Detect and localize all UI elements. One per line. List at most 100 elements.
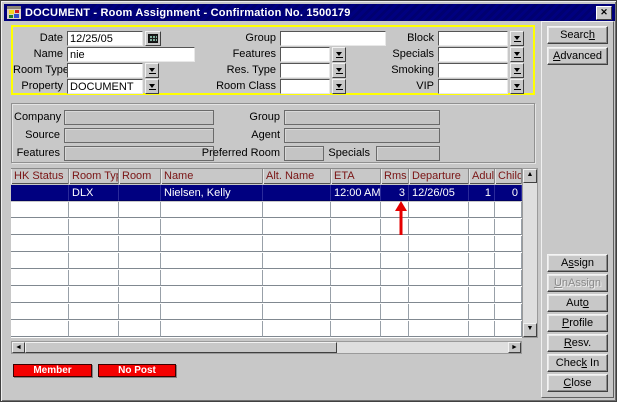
scroll-right-icon[interactable]: ►	[508, 342, 521, 353]
table-row[interactable]	[11, 304, 522, 321]
list-of-values-icon	[514, 36, 520, 40]
scroll-down-icon[interactable]: ▼	[523, 323, 537, 337]
cell-rms	[381, 304, 409, 320]
date-label: Date	[13, 31, 63, 46]
room-class-lov-button[interactable]	[332, 79, 346, 94]
cell-name	[161, 202, 263, 218]
features-info-field	[64, 146, 214, 161]
side-panel-top: Search Advanced	[547, 26, 608, 65]
table-row[interactable]	[11, 236, 522, 253]
cell-adult	[469, 287, 495, 303]
advanced-button[interactable]: Advanced	[547, 47, 608, 65]
column-header-alt_name[interactable]: Alt. Name	[263, 169, 331, 184]
table-row[interactable]	[11, 321, 522, 338]
block-input[interactable]	[438, 31, 508, 46]
cell-rms: 3	[381, 185, 409, 201]
cell-adult	[469, 304, 495, 320]
property-lov-button[interactable]	[145, 79, 159, 94]
calendar-button[interactable]	[145, 31, 161, 46]
smoking-lov-button[interactable]	[510, 63, 524, 78]
agent-field	[284, 128, 440, 143]
date-input[interactable]	[67, 31, 143, 46]
table-row[interactable]	[11, 287, 522, 304]
res-type-input[interactable]	[280, 63, 330, 78]
vip-input[interactable]	[438, 79, 508, 94]
close-window-button[interactable]: ✕	[596, 6, 612, 20]
list-of-values-icon-bar	[336, 89, 343, 90]
scroll-left-icon[interactable]: ◄	[12, 342, 25, 353]
cell-adult	[469, 321, 495, 337]
cell-rms	[381, 287, 409, 303]
list-of-values-icon-bar	[514, 73, 521, 74]
column-header-departure[interactable]: Departure	[409, 169, 469, 184]
room-type-label: Room Type	[13, 63, 63, 78]
features-lov-button[interactable]	[332, 47, 346, 62]
unassign-button[interactable]: UnAssign	[547, 274, 608, 292]
vip-lov-button[interactable]	[510, 79, 524, 94]
cell-room	[119, 304, 161, 320]
table-row[interactable]	[11, 253, 522, 270]
cell-room_type	[69, 321, 119, 337]
cell-room_type	[69, 236, 119, 252]
cell-rms	[381, 270, 409, 286]
cell-departure	[409, 270, 469, 286]
column-header-child[interactable]: Child	[495, 169, 522, 184]
cell-rms	[381, 236, 409, 252]
name-label: Name	[13, 47, 63, 62]
column-header-name[interactable]: Name	[161, 169, 263, 184]
red-annotation-arrow-icon	[394, 201, 408, 237]
cell-eta	[331, 270, 381, 286]
profile-button[interactable]: Profile	[547, 314, 608, 332]
cell-departure	[409, 219, 469, 235]
cell-child	[495, 270, 522, 286]
column-header-room[interactable]: Room	[119, 169, 161, 184]
cell-adult	[469, 236, 495, 252]
block-lov-button[interactable]	[510, 31, 524, 46]
calendar-icon	[148, 34, 158, 43]
table-row[interactable]	[11, 219, 522, 236]
property-input[interactable]	[67, 79, 143, 94]
assign-button[interactable]: Assign	[547, 254, 608, 272]
list-of-values-icon	[514, 84, 520, 88]
cell-child	[495, 287, 522, 303]
list-of-values-icon	[336, 52, 342, 56]
list-of-values-icon	[514, 52, 520, 56]
room-type-input[interactable]	[67, 63, 143, 78]
resv-button[interactable]: Resv.	[547, 334, 608, 352]
name-input[interactable]	[67, 47, 195, 62]
room-class-input[interactable]	[280, 79, 330, 94]
auto-button[interactable]: Auto	[547, 294, 608, 312]
horizontal-scrollbar-thumb[interactable]	[25, 342, 337, 353]
res-type-lov-button[interactable]	[332, 63, 346, 78]
column-header-room_type[interactable]: Room Type	[69, 169, 119, 184]
table-horizontal-scrollbar[interactable]: ◄ ►	[11, 341, 522, 354]
table-row[interactable]: DLXNielsen, Kelly12:00 AM312/26/0510	[11, 185, 522, 202]
company-field	[64, 110, 214, 125]
search-button[interactable]: Search	[547, 26, 608, 44]
column-header-rms[interactable]: Rms	[381, 169, 409, 184]
close-button[interactable]: Close	[547, 374, 608, 392]
cell-alt_name	[263, 287, 331, 303]
table-row[interactable]	[11, 202, 522, 219]
scroll-up-icon[interactable]: ▲	[523, 169, 537, 183]
room-assignment-window: DOCUMENT - Room Assignment - Confirmatio…	[0, 0, 617, 402]
list-of-values-icon	[336, 84, 342, 88]
cell-room	[119, 253, 161, 269]
table-vertical-scrollbar[interactable]: ▲ ▼	[522, 168, 538, 338]
specials-lov-button[interactable]	[510, 47, 524, 62]
cell-departure	[409, 287, 469, 303]
features-input[interactable]	[280, 47, 330, 62]
table-row[interactable]	[11, 270, 522, 287]
horizontal-scrollbar-track[interactable]	[337, 342, 508, 353]
check-in-button[interactable]: Check In	[547, 354, 608, 372]
column-header-adult[interactable]: Adult	[469, 169, 495, 184]
cell-room_type: DLX	[69, 185, 119, 201]
cell-name	[161, 219, 263, 235]
room-type-lov-button[interactable]	[145, 63, 159, 78]
column-header-hk_status[interactable]: HK Status	[11, 169, 69, 184]
specials-input[interactable]	[438, 47, 508, 62]
smoking-input[interactable]	[438, 63, 508, 78]
cell-child	[495, 202, 522, 218]
column-header-eta[interactable]: ETA	[331, 169, 381, 184]
cell-departure	[409, 202, 469, 218]
